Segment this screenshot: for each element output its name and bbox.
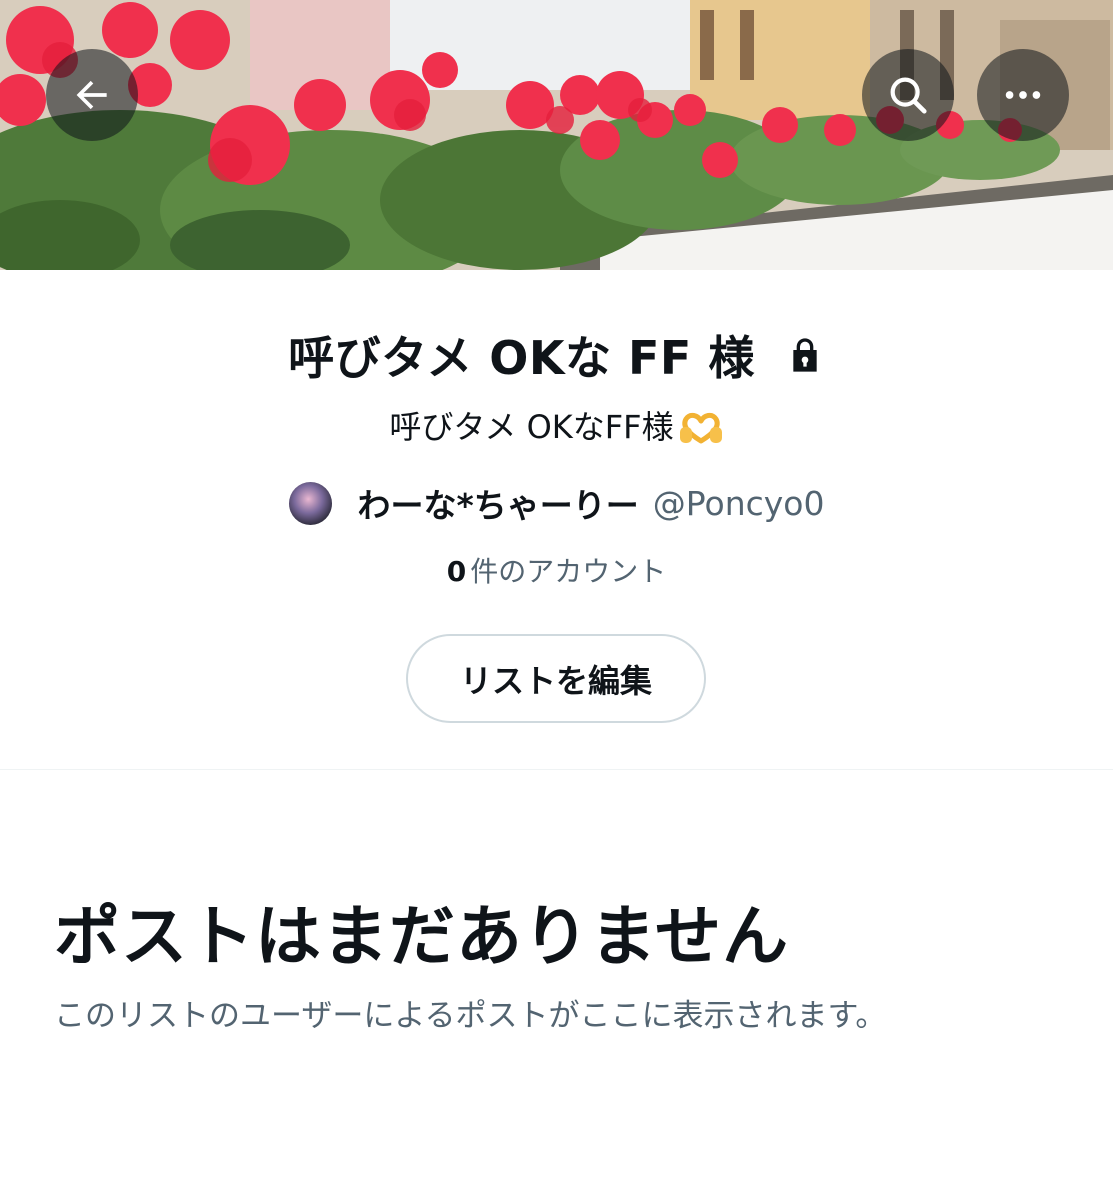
avatar[interactable] xyxy=(288,481,332,525)
more-horizontal-icon xyxy=(1005,91,1041,99)
list-title: 呼びタメ OKな FF 様 xyxy=(288,331,755,385)
lock-icon xyxy=(793,338,817,372)
divider xyxy=(0,769,1113,770)
more-options-button[interactable] xyxy=(977,49,1069,141)
edit-list-button[interactable]: リストを編集 xyxy=(406,634,706,723)
empty-state-subtitle: このリストのユーザーによるポストがここに表示されます。 xyxy=(54,998,887,1034)
list-owner[interactable]: わーな*ちゃーりー @Poncyo0 xyxy=(0,479,1113,527)
list-title-row: 呼びタメ OKな FF 様 xyxy=(0,322,1113,388)
member-count[interactable]: 0 件のアカウント xyxy=(0,550,1113,590)
member-count-number: 0 xyxy=(446,555,467,588)
owner-handle[interactable]: @Poncyo0 xyxy=(653,484,825,523)
empty-state-title: ポストはまだありません xyxy=(54,898,790,975)
list-description: 呼びタメ OKなFF様 xyxy=(0,402,1113,448)
search-icon xyxy=(890,77,927,114)
list-banner-image xyxy=(0,0,1113,270)
list-description-text: 呼びタメ OKなFF様 xyxy=(389,408,674,446)
flower-banner-graphic xyxy=(0,0,1113,270)
member-count-label: 件のアカウント xyxy=(470,555,667,588)
back-button[interactable] xyxy=(46,49,138,141)
owner-name[interactable]: わーな*ちゃーりー xyxy=(358,479,639,527)
heart-hands-emoji xyxy=(679,412,722,444)
search-button[interactable] xyxy=(862,49,954,141)
arrow-left-icon xyxy=(76,80,107,110)
